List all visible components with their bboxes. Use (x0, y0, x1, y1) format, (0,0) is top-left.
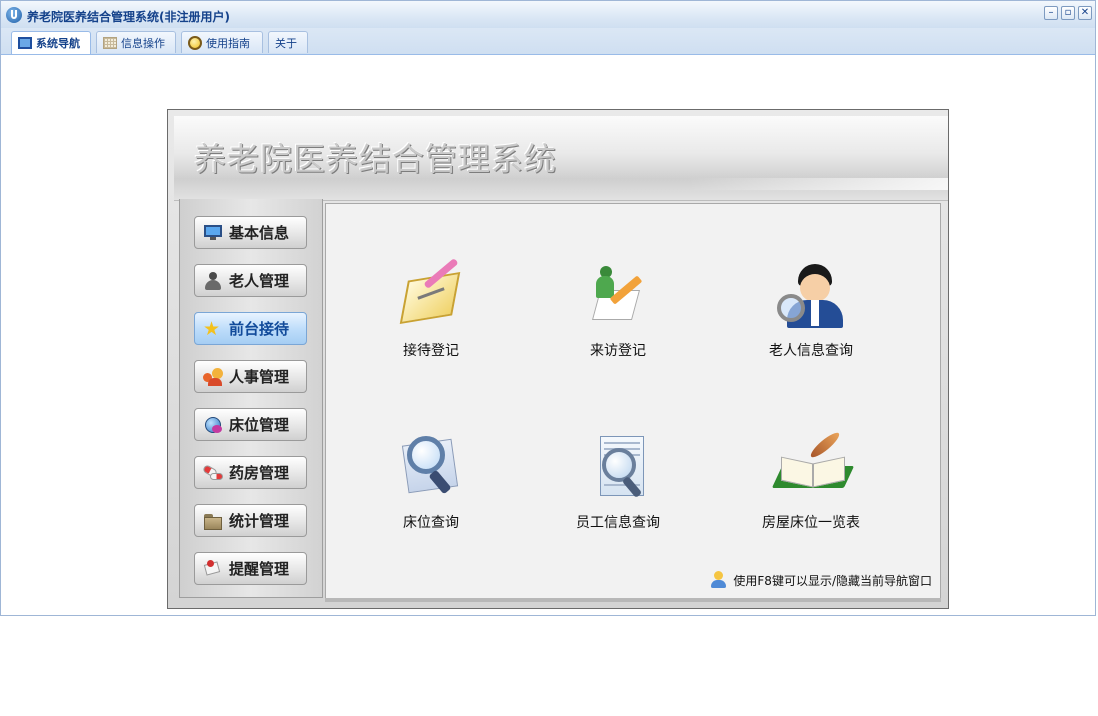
f8-tip: 使用F8键可以显示/隐藏当前导航窗口 (709, 571, 932, 589)
tab-label: 系统导航 (36, 37, 80, 50)
grid-icon (103, 36, 117, 49)
pill-icon (201, 463, 223, 482)
magnifier-icon (391, 436, 471, 506)
nav-label: 人事管理 (229, 368, 290, 386)
tile-elder-info-query[interactable]: 老人信息查询 (736, 264, 886, 360)
window-title: 养老院医养结合管理系统(非注册用户) (27, 10, 230, 24)
nav-label: 统计管理 (229, 512, 290, 530)
nav-label: 老人管理 (229, 272, 290, 290)
app-logo-icon (6, 7, 22, 23)
visitor-pencil-icon (578, 264, 658, 334)
restore-button[interactable]: ▫ (1061, 6, 1075, 20)
pushpin-icon (203, 559, 223, 578)
book-quill-icon (771, 429, 855, 506)
tile-room-bed-overview[interactable]: 房屋床位一览表 (736, 429, 886, 532)
people-icon (203, 367, 223, 386)
minimize-button[interactable]: – (1044, 6, 1058, 20)
nav-bed-mgmt-button[interactable]: 床位管理 (194, 408, 307, 441)
tile-label: 床位查询 (403, 515, 459, 531)
tab-label: 关于 (275, 36, 297, 50)
close-button[interactable]: ✕ (1078, 6, 1092, 20)
nav-elder-mgmt-button[interactable]: 老人管理 (194, 264, 307, 297)
tab-user-guide[interactable]: 使用指南 (181, 31, 263, 53)
nav-pharmacy-button[interactable]: 药房管理 (194, 456, 307, 489)
help-icon (188, 35, 202, 50)
monitor-icon (18, 37, 32, 49)
title-bar: 养老院医养结合管理系统(非注册用户) – ▫ ✕ (1, 1, 1095, 29)
tab-system-nav[interactable]: 系统导航 (11, 31, 91, 54)
tile-bed-query[interactable]: 床位查询 (356, 436, 506, 532)
content-area: 接待登记 来访登记 老人信息查询 床位查询 员工信息查询 房屋床位一览表 使用F… (325, 203, 941, 600)
nav-basic-info-button[interactable]: 基本信息 (194, 216, 307, 249)
tab-label: 信息操作 (121, 36, 165, 50)
tile-staff-info-query[interactable]: 员工信息查询 (543, 436, 693, 532)
sidebar: 基本信息 老人管理 ★ 前台接待 人事管理 床位管理 药房管理 统计管理 提醒管… (179, 199, 323, 598)
tile-label: 接待登记 (403, 343, 459, 359)
nav-label: 提醒管理 (229, 560, 290, 578)
tab-label: 使用指南 (206, 36, 250, 50)
tile-label: 员工信息查询 (576, 515, 660, 531)
tab-about[interactable]: 关于 (268, 31, 308, 53)
monitor-icon (203, 224, 223, 242)
user-search-icon (771, 264, 851, 334)
banner-sheen (688, 178, 948, 190)
tile-label: 房屋床位一览表 (762, 515, 860, 531)
nav-reception-button[interactable]: ★ 前台接待 (194, 312, 307, 345)
nav-reminder-button[interactable]: 提醒管理 (194, 552, 307, 585)
nav-hr-mgmt-button[interactable]: 人事管理 (194, 360, 307, 393)
nav-label: 床位管理 (229, 416, 290, 434)
tile-label: 老人信息查询 (769, 343, 853, 359)
nav-label: 药房管理 (229, 464, 290, 482)
clipboard-pencil-icon (391, 257, 471, 334)
star-icon: ★ (203, 317, 221, 340)
user-tip-icon (709, 571, 727, 589)
nav-label: 基本信息 (229, 224, 290, 242)
person-icon (203, 271, 223, 290)
banner-title: 养老院医养结合管理系统 (194, 140, 558, 178)
navigation-panel: 养老院医养结合管理系统 基本信息 老人管理 ★ 前台接待 人事管理 床位管理 药… (167, 109, 949, 609)
folder-icon (203, 512, 223, 530)
tile-reception-register[interactable]: 接待登记 (356, 257, 506, 360)
tip-text: 使用F8键可以显示/隐藏当前导航窗口 (733, 573, 932, 588)
banner: 养老院医养结合管理系统 (174, 116, 948, 201)
nav-label: 前台接待 (229, 320, 290, 338)
bed-globe-icon (203, 416, 223, 434)
tab-strip: 系统导航 信息操作 使用指南 关于 (1, 28, 1095, 55)
tile-label: 来访登记 (590, 343, 646, 359)
document-search-icon (578, 436, 658, 506)
tile-visitor-register[interactable]: 来访登记 (543, 264, 693, 360)
nav-statistics-button[interactable]: 统计管理 (194, 504, 307, 537)
content-bottom-edge (325, 598, 941, 602)
tab-info-ops[interactable]: 信息操作 (96, 31, 176, 53)
